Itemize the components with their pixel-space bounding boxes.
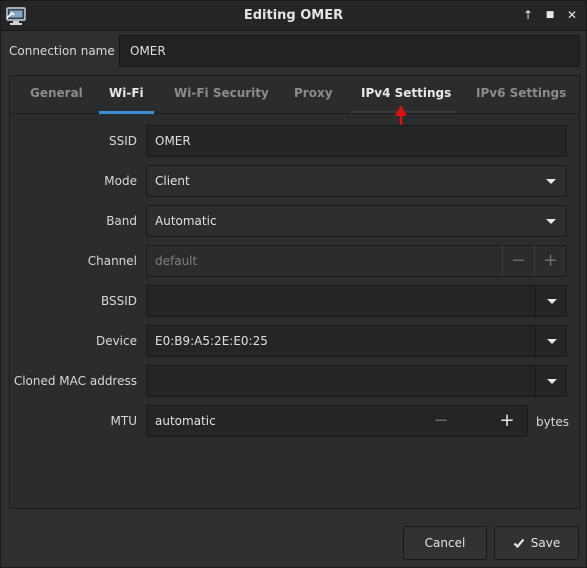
ssid-label: SSID — [108, 134, 137, 148]
connection-editor-window: Editing OMER ↑ ■ ✕ Connection name OMER … — [0, 0, 587, 568]
maximize-arrow-icon[interactable]: ↑ — [520, 7, 536, 23]
cancel-button[interactable]: Cancel — [403, 526, 487, 560]
device-value: E0:B9:A5:2E:E0:25 — [155, 334, 268, 348]
tab-wifi[interactable]: Wi-Fi — [109, 86, 144, 100]
tab-bar: General Wi-Fi Wi-Fi Security Proxy IPv4 … — [10, 76, 579, 114]
channel-label: Channel — [87, 254, 137, 268]
tab-proxy[interactable]: Proxy — [294, 86, 333, 100]
tab-general[interactable]: General — [30, 86, 83, 100]
mtu-increment-icon[interactable]: + — [487, 405, 527, 437]
mtu-unit-label: bytes — [536, 415, 570, 429]
band-dropdown-button[interactable] — [535, 205, 567, 237]
mtu-value: automatic — [155, 414, 216, 428]
cloned-mac-dropdown-button[interactable] — [535, 365, 567, 397]
window-title: Editing OMER — [243, 8, 344, 23]
chevron-down-icon — [546, 298, 557, 304]
chevron-down-icon — [546, 218, 556, 224]
channel-value: default — [155, 254, 198, 268]
mode-dropdown-button[interactable] — [535, 165, 567, 197]
cloned-mac-label: Cloned MAC address — [13, 374, 137, 388]
mtu-spinbox[interactable]: automatic − + — [146, 405, 528, 437]
mtu-decrement-icon[interactable]: − — [425, 405, 457, 437]
title-bar: Editing OMER ↑ ■ ✕ — [1, 1, 586, 31]
save-button[interactable]: Save — [494, 526, 579, 560]
restore-icon[interactable]: ■ — [542, 7, 558, 23]
channel-increment-icon: + — [534, 245, 566, 277]
checkmark-icon — [513, 538, 525, 549]
device-dropdown-button[interactable] — [535, 325, 567, 357]
mode-label: Mode — [104, 174, 137, 188]
connection-name-label: Connection name — [9, 44, 115, 58]
tab-ipv6-settings[interactable]: IPv6 Settings — [476, 86, 566, 100]
band-label: Band — [106, 214, 137, 228]
bssid-label: BSSID — [100, 294, 137, 308]
chevron-down-icon — [546, 338, 557, 344]
band-select[interactable]: Automatic — [146, 205, 567, 237]
mtu-label: MTU — [110, 414, 137, 428]
chevron-down-icon — [546, 378, 557, 384]
window-controls: ↑ ■ ✕ — [520, 7, 580, 23]
save-button-label: Save — [530, 536, 561, 550]
active-tab-indicator — [99, 111, 154, 114]
cancel-button-label: Cancel — [424, 536, 466, 550]
close-icon[interactable]: ✕ — [564, 7, 580, 23]
band-value: Automatic — [155, 214, 217, 228]
chevron-down-icon — [546, 178, 556, 184]
ssid-input[interactable]: OMER — [146, 125, 567, 157]
bssid-combo-input[interactable] — [146, 285, 567, 317]
channel-spinbox: default − + — [146, 245, 567, 277]
bssid-dropdown-button[interactable] — [535, 285, 567, 317]
tab-ipv4-settings[interactable]: IPv4 Settings — [361, 86, 451, 100]
channel-decrement-icon: − — [502, 245, 534, 277]
tab-wifi-security[interactable]: Wi-Fi Security — [174, 86, 269, 100]
mode-value: Client — [155, 174, 190, 188]
device-combo-input[interactable]: E0:B9:A5:2E:E0:25 — [146, 325, 567, 357]
connection-name-input[interactable]: OMER — [119, 35, 580, 67]
device-label: Device — [95, 334, 137, 348]
cloned-mac-combo-input[interactable] — [146, 365, 567, 397]
mode-select[interactable]: Client — [146, 165, 567, 197]
